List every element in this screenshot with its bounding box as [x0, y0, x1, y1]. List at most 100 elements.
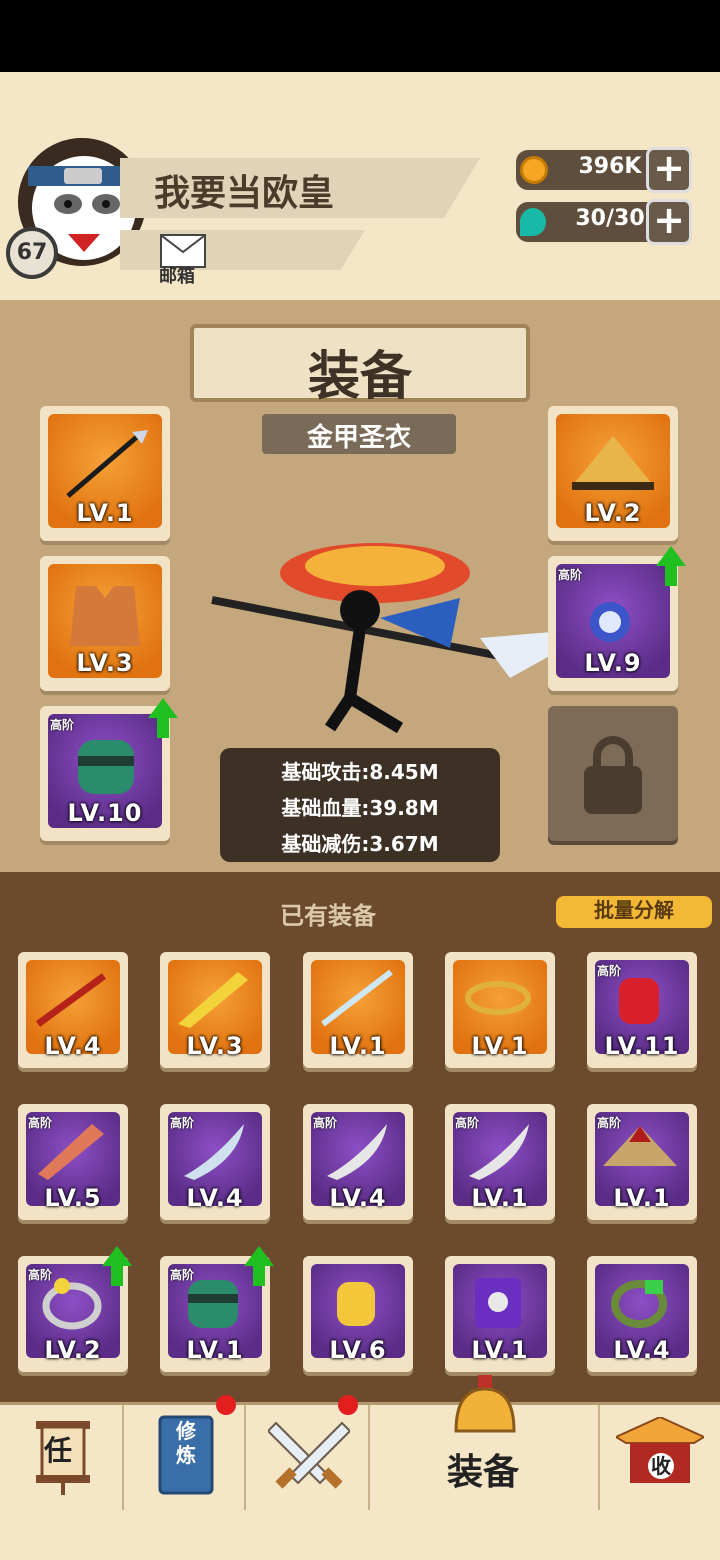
helmet-icon: [454, 1375, 516, 1433]
jade-bracer-icon: [78, 740, 134, 794]
item-level: LV.3: [186, 1032, 244, 1060]
nav-equipment-label: 装备: [447, 1452, 520, 1493]
item-level: LV.1: [186, 1336, 244, 1364]
stat-defense: 基础减伤:3.67M: [281, 832, 439, 856]
inventory-item[interactable]: 高阶 LV.1: [445, 1104, 555, 1220]
locked-slot[interactable]: [548, 706, 678, 841]
bottom-nav: 任 修炼 装备 收: [0, 1375, 720, 1513]
red-gauntlet-icon: [619, 978, 659, 1024]
set-name-plaque: 金甲圣衣: [262, 414, 456, 454]
inventory-item[interactable]: 高阶 LV.5: [18, 1104, 128, 1220]
player-level-badge: 67: [6, 227, 58, 279]
inventory-header: 已有装备: [280, 902, 376, 930]
item-level: LV.4: [613, 1336, 671, 1364]
armor-vest-icon: [70, 586, 140, 646]
notification-dot: [338, 1395, 358, 1415]
item-level: LV.4: [186, 1184, 244, 1212]
item-level: LV.1: [471, 1184, 529, 1212]
equipment-panel: 装备 金甲圣衣 LV.1 LV.2 LV.3 高阶 LV.9 高阶 LV.10 …: [0, 300, 720, 872]
item-level: LV.1: [329, 1032, 387, 1060]
batch-dismantle-button[interactable]: 批量分解: [556, 896, 712, 928]
item-level: LV.4: [329, 1184, 387, 1212]
upgrade-arrow-icon: [244, 1246, 274, 1288]
set-name: 金甲圣衣: [306, 423, 411, 453]
nav-battle[interactable]: [246, 1395, 370, 1513]
coin-icon: [520, 156, 548, 184]
task-glyph: 任: [44, 1434, 73, 1467]
purple-armor-icon: [475, 1278, 521, 1328]
crossed-swords-icon: [268, 1421, 350, 1489]
training-glyph: 修炼: [176, 1419, 196, 1467]
spear-icon: [66, 430, 148, 498]
gem-necklace-icon: [590, 602, 630, 642]
mail-banner: [120, 230, 365, 270]
jade-bracer-icon: [188, 1280, 238, 1328]
slot-level: LV.1: [76, 499, 134, 527]
inventory-item[interactable]: LV.4: [18, 952, 128, 1068]
collection-glyph: 收: [648, 1453, 674, 1479]
add-gold-button[interactable]: +: [646, 147, 692, 193]
item-level: LV.1: [471, 1032, 529, 1060]
slot-level: LV.2: [584, 499, 642, 527]
page-title: 装备: [307, 347, 412, 407]
item-level: LV.5: [44, 1184, 102, 1212]
bottom-spacer: [0, 1510, 720, 1560]
inventory-panel: 已有装备 批量分解 LV.4 LV.3 LV.1 LV.1 高阶 LV.11 高…: [0, 872, 720, 1402]
gold-value: 396K: [578, 154, 642, 179]
nav-collection[interactable]: 收: [600, 1405, 720, 1513]
blue-scimitar-icon: [184, 1124, 244, 1180]
inventory-item[interactable]: LV.1: [303, 952, 413, 1068]
grey-scimitar-icon: [327, 1124, 387, 1180]
inventory-item[interactable]: LV.3: [160, 952, 270, 1068]
straw-hat-icon: [572, 436, 654, 490]
nav-training[interactable]: 修炼: [124, 1395, 246, 1513]
stat-attack: 基础攻击:8.45M: [281, 760, 439, 784]
stamina-value: 30/30: [575, 206, 645, 231]
golden-sword-icon: [178, 972, 248, 1028]
inventory-item[interactable]: 高阶 LV.1: [587, 1104, 697, 1220]
inventory-item[interactable]: 高阶 LV.4: [160, 1104, 270, 1220]
red-greatsword-icon: [38, 1124, 104, 1180]
equip-slot-hat[interactable]: LV.2: [548, 406, 678, 541]
inventory-item[interactable]: LV.6: [303, 1256, 413, 1372]
red-straw-hat-icon: [603, 1126, 677, 1166]
item-level: LV.4: [44, 1032, 102, 1060]
status-bar: [0, 0, 720, 72]
title-plaque: 装备: [190, 324, 530, 407]
inventory-item[interactable]: LV.4: [587, 1256, 697, 1372]
notification-dot: [216, 1395, 236, 1415]
item-level: LV.1: [471, 1336, 529, 1364]
green-bracelet-icon: [611, 1280, 667, 1328]
nav-equipment[interactable]: 装备: [370, 1375, 600, 1513]
inventory-item[interactable]: LV.1: [445, 952, 555, 1068]
player-name: 我要当欧皇: [154, 173, 335, 214]
gem-icon: [520, 208, 546, 236]
upgrade-arrow-icon: [102, 1246, 132, 1288]
upgrade-arrow-icon: [148, 698, 178, 740]
blue-sword-icon: [321, 969, 393, 1027]
item-level: LV.11: [604, 1032, 680, 1060]
player-header: 我要当欧皇 邮箱 67 396K + 30/30 +: [0, 72, 720, 300]
equip-slot-armor[interactable]: LV.3: [40, 556, 170, 691]
stat-hp: 基础血量:39.8M: [281, 796, 439, 820]
inventory-item[interactable]: 高阶 LV.11: [587, 952, 697, 1068]
slot-level: LV.3: [76, 649, 134, 677]
silver-ring-icon: [42, 1278, 102, 1330]
slot-level: LV.10: [67, 799, 143, 827]
grey-scimitar-icon: [469, 1124, 529, 1180]
inventory-item[interactable]: 高阶 LV.4: [303, 1104, 413, 1220]
item-level: LV.2: [44, 1336, 102, 1364]
nav-task[interactable]: 任: [0, 1405, 124, 1513]
upgrade-arrow-icon: [656, 546, 686, 588]
add-stamina-button[interactable]: +: [646, 199, 692, 245]
stats-panel: 基础攻击:8.45M 基础血量:39.8M 基础减伤:3.67M: [220, 748, 500, 862]
gold-gauntlet-icon: [337, 1282, 375, 1326]
staff-icon: [35, 973, 107, 1027]
inventory-item[interactable]: LV.1: [445, 1256, 555, 1372]
equip-slot-weapon[interactable]: LV.1: [40, 406, 170, 541]
gold-ring-icon: [465, 981, 531, 1015]
item-level: LV.1: [613, 1184, 671, 1212]
slot-level: LV.9: [584, 649, 642, 677]
item-level: LV.6: [329, 1336, 387, 1364]
mail-label[interactable]: 邮箱: [159, 262, 195, 288]
